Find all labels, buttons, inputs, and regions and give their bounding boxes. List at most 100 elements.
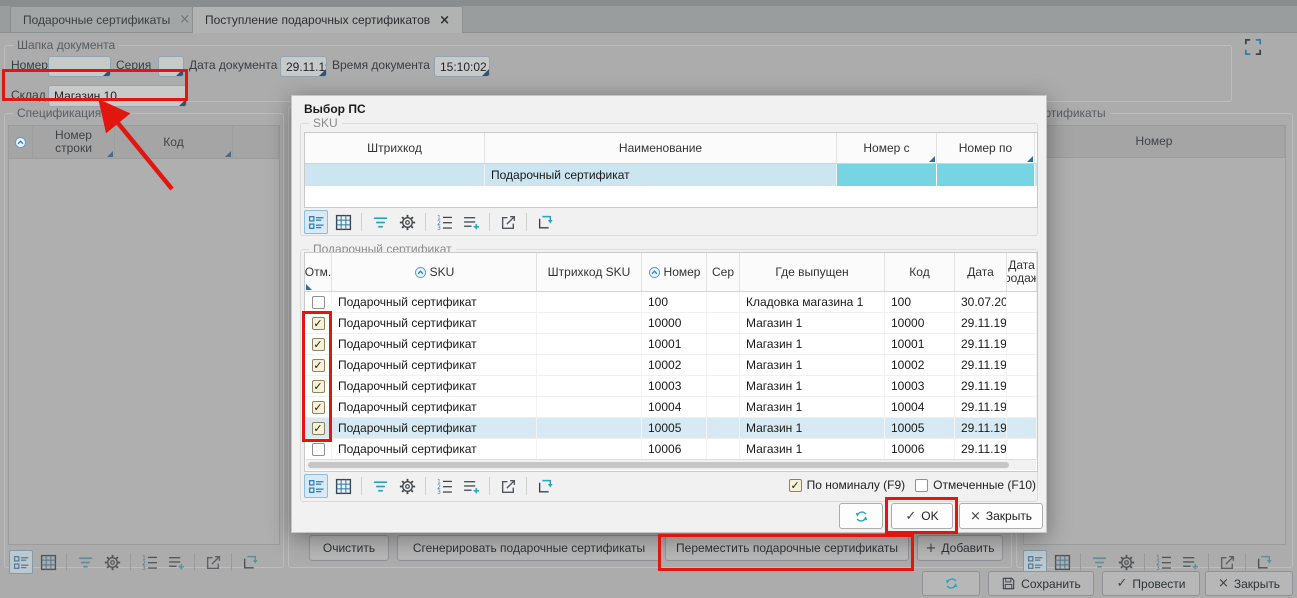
sku-cell[interactable]: Подарочный сертификат <box>485 164 837 186</box>
window-close-button[interactable]: ×Закрыть <box>1205 571 1293 596</box>
refresh-rows-icon[interactable] <box>533 210 557 234</box>
refresh-rows-icon[interactable] <box>238 550 262 574</box>
certificate-cell[interactable]: 100 <box>885 292 955 312</box>
column-header[interactable]: Штрихкод <box>305 133 485 163</box>
certificate-cell[interactable] <box>1007 355 1037 375</box>
refresh-rows-icon[interactable] <box>533 474 557 498</box>
certificate-cell[interactable] <box>707 292 740 312</box>
dialog-close-button[interactable]: ×Закрыть <box>959 503 1043 529</box>
certificate-cell[interactable]: 29.11.19 <box>955 334 1007 354</box>
column-header[interactable]: Номер <box>1024 126 1285 157</box>
certificate-cell[interactable]: 10001 <box>885 334 955 354</box>
column-header[interactable]: Дата <box>955 253 1007 291</box>
certificate-cell[interactable] <box>537 313 642 333</box>
certificate-cell[interactable]: Магазин 1 <box>740 397 885 417</box>
certificate-cell[interactable]: 10002 <box>885 355 955 375</box>
row-checkbox[interactable]: ✓ <box>312 338 325 351</box>
certificate-cell[interactable] <box>537 292 642 312</box>
certificate-cell[interactable]: 10000 <box>885 313 955 333</box>
certificate-cell[interactable]: Подарочный сертификат <box>332 397 537 417</box>
certificate-cell[interactable] <box>707 334 740 354</box>
certificate-cell[interactable] <box>1007 397 1037 417</box>
certificate-row[interactable]: ✓Подарочный сертификат10003Магазин 11000… <box>305 376 1037 397</box>
certificate-row[interactable]: Подарочный сертификат100Кладовка магазин… <box>305 292 1037 313</box>
certificate-row[interactable]: Подарочный сертификат10006Магазин 110006… <box>305 439 1037 460</box>
certificate-cell[interactable]: Подарочный сертификат <box>332 355 537 375</box>
certificate-cell[interactable]: Подарочный сертификат <box>332 313 537 333</box>
tab-gift-certificates-receipt[interactable]: Поступление подарочных сертификатов× <box>192 6 463 33</box>
ok-button[interactable]: ✓OK <box>891 503 953 529</box>
certificate-cell[interactable] <box>707 355 740 375</box>
certificate-cell[interactable]: 10001 <box>642 334 707 354</box>
sort-button[interactable] <box>9 126 33 158</box>
numbered-list-icon[interactable] <box>432 474 456 498</box>
numbered-list-icon[interactable] <box>137 550 161 574</box>
certificate-cell[interactable]: 29.11.19 <box>955 439 1007 459</box>
certificate-cell[interactable]: 100 <box>642 292 707 312</box>
certificate-cell[interactable] <box>1007 313 1037 333</box>
refresh-button[interactable] <box>922 571 980 596</box>
fullscreen-icon[interactable] <box>1240 36 1266 61</box>
document-time-input[interactable]: 15:10:02 <box>434 56 490 77</box>
column-header[interactable]: Сер <box>707 253 740 291</box>
series-input[interactable] <box>158 56 184 77</box>
certificate-cell[interactable] <box>1007 418 1037 438</box>
certificate-cell[interactable]: 10004 <box>642 397 707 417</box>
certificate-cell[interactable]: Кладовка магазина 1 <box>740 292 885 312</box>
tab-gift-certificates[interactable]: Подарочные сертификаты× <box>10 6 203 32</box>
certificate-row[interactable]: ✓Подарочный сертификат10000Магазин 11000… <box>305 313 1037 334</box>
row-checkbox[interactable]: ✓ <box>312 401 325 414</box>
sku-row[interactable]: Подарочный сертификат <box>305 164 1037 186</box>
column-header[interactable]: Номер по <box>937 133 1035 163</box>
certificate-cell[interactable] <box>707 313 740 333</box>
list-view-icon[interactable] <box>9 550 33 574</box>
horizontal-scrollbar[interactable] <box>306 459 1036 470</box>
column-header[interactable]: Отм. <box>305 253 332 291</box>
settings-icon[interactable] <box>395 474 419 498</box>
certificate-cell[interactable] <box>707 376 740 396</box>
certificate-cell[interactable]: Подарочный сертификат <box>332 292 537 312</box>
column-header[interactable]: Код <box>115 126 233 158</box>
certificate-cell[interactable] <box>537 397 642 417</box>
table-view-icon[interactable] <box>36 550 60 574</box>
certificate-cell[interactable]: Магазин 1 <box>740 376 885 396</box>
certificate-cell[interactable]: Подарочный сертификат <box>332 334 537 354</box>
list-view-icon[interactable] <box>304 474 328 498</box>
certificate-cell[interactable]: 10000 <box>642 313 707 333</box>
certificate-cell[interactable]: 10006 <box>885 439 955 459</box>
add-row-icon[interactable] <box>164 550 188 574</box>
certificate-cell[interactable]: Магазин 1 <box>740 355 885 375</box>
certificate-cell[interactable]: Подарочный сертификат <box>332 376 537 396</box>
column-header[interactable]: Наименование <box>485 133 837 163</box>
column-header[interactable]: Код <box>885 253 955 291</box>
certificate-cell[interactable]: 10003 <box>885 376 955 396</box>
certificate-cell[interactable]: 10005 <box>642 418 707 438</box>
certificate-cell[interactable] <box>537 376 642 396</box>
certificate-cell[interactable] <box>1007 334 1037 354</box>
open-external-icon[interactable] <box>201 550 225 574</box>
tab-close-icon[interactable]: × <box>439 14 450 27</box>
document-date-input[interactable]: 29.11.19 <box>280 56 327 77</box>
certificate-cell[interactable] <box>707 439 740 459</box>
sku-cell[interactable] <box>937 164 1035 186</box>
column-header[interactable]: Номер строки <box>33 126 115 158</box>
footer-checkbox[interactable]: Отмеченные (F10) <box>915 478 1036 492</box>
warehouse-input[interactable]: Магазин 10 <box>48 85 187 107</box>
certificate-cell[interactable]: 10005 <box>885 418 955 438</box>
footer-checkbox[interactable]: ✓По номиналу (F9) <box>789 478 906 492</box>
certificate-cell[interactable]: 29.11.19 <box>955 376 1007 396</box>
certificate-cell[interactable]: 29.11.19 <box>955 313 1007 333</box>
post-button[interactable]: ✓Провести <box>1102 571 1200 596</box>
certificate-cell[interactable] <box>1007 292 1037 312</box>
settings-icon[interactable] <box>395 210 419 234</box>
column-header[interactable]: Штрихкод SKU <box>537 253 642 291</box>
column-header[interactable]: Дата продажи <box>1007 253 1037 291</box>
certificate-cell[interactable] <box>1007 376 1037 396</box>
row-checkbox[interactable] <box>312 296 325 309</box>
add-row-icon[interactable] <box>459 474 483 498</box>
certificate-cell[interactable]: 29.11.19 <box>955 397 1007 417</box>
column-header[interactable]: Номер с <box>837 133 937 163</box>
open-external-icon[interactable] <box>496 474 520 498</box>
certificate-cell[interactable]: Подарочный сертификат <box>332 418 537 438</box>
certificate-row[interactable]: ✓Подарочный сертификат10001Магазин 11000… <box>305 334 1037 355</box>
